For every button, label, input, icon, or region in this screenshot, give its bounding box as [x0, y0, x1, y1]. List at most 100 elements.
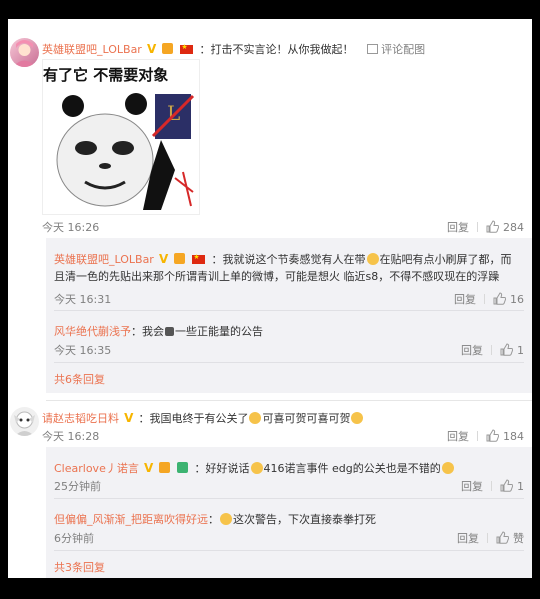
thumbs-up-icon: [486, 429, 499, 442]
reply-time: 6分钟前: [54, 532, 94, 545]
hand-emoji-icon: [165, 327, 174, 336]
avatar-image: [13, 40, 36, 67]
reply-button[interactable]: 回复: [447, 430, 469, 443]
view-pic-link[interactable]: 评论配图: [366, 43, 425, 56]
like-button[interactable]: 16: [493, 292, 524, 306]
reply-actions: 回复 1: [461, 478, 524, 494]
username-link[interactable]: 但偏偏_风渐渐_把距离吹得好远: [54, 513, 208, 526]
reply-text-continued: 在贴吧有点小刷屏了都，而: [379, 253, 512, 266]
reply-time: 今天 16:31: [54, 293, 112, 306]
comment-feed: 英雄联盟吧_LOLBar V ：打击不实言论！从你我做起！ 评论配图 有了它 不…: [8, 19, 532, 578]
thumbs-up-icon: [496, 531, 509, 544]
reply-list: Clearlove丿诺言 V ：好好说话 416诺言事件 edg的公关也是不错的 …: [46, 447, 532, 578]
reply-text: ：: [208, 513, 219, 526]
reply-divider: [54, 362, 524, 363]
china-flag-icon: [192, 253, 206, 264]
comment-divider: [46, 400, 532, 401]
like-count: 赞: [513, 532, 524, 545]
fan-badge-icon: [177, 462, 189, 473]
thumbs-up-icon: [486, 220, 499, 233]
smile-emoji-icon: [441, 462, 454, 474]
more-replies-link[interactable]: 共3条回复: [54, 559, 105, 575]
verified-v-icon: V: [146, 42, 157, 56]
crying-emoji-icon: [249, 412, 262, 424]
thumbs-up-icon: [500, 343, 513, 356]
panda-meme-graphic: L: [56, 93, 195, 210]
reply-text: ：好好说话: [194, 462, 250, 475]
comment-text: ：打击不实言论！从你我做起！: [199, 43, 354, 56]
reply-text-continued: 416诺言事件 edg的公关也是不错的: [263, 462, 441, 475]
like-button[interactable]: 284: [486, 220, 524, 234]
verified-v-icon: V: [143, 461, 154, 475]
reply-time: 25分钟前: [54, 480, 101, 493]
username-link[interactable]: Clearlove丿诺言: [54, 462, 139, 475]
username-link[interactable]: 英雄联盟吧_LOLBar: [54, 253, 154, 266]
reply-button[interactable]: 回复: [454, 293, 476, 306]
thumbs-up-icon: [493, 292, 506, 305]
like-count: 16: [510, 293, 524, 306]
username-link[interactable]: 风华绝代蒯浅予: [54, 325, 131, 338]
comment-header: 英雄联盟吧_LOLBar V ：打击不实言论！从你我做起！ 评论配图: [42, 38, 425, 57]
reply-text: ：我会: [131, 325, 164, 338]
more-replies-link[interactable]: 共6条回复: [54, 371, 105, 387]
like-count: 1: [517, 344, 524, 357]
avatar-image: [14, 411, 35, 436]
reply-header: 英雄联盟吧_LOLBar V ：我就说这个节奏感觉有人在带在贴吧有点小刷屏了都，…: [54, 248, 512, 267]
comment-actions: 回复 184: [447, 428, 524, 444]
like-count: 184: [503, 430, 524, 443]
reply-time: 今天 16:35: [54, 344, 112, 357]
reply-actions: 回复 赞: [457, 530, 524, 546]
like-count: 284: [503, 221, 524, 234]
reply-text-continued: 这次警告，下次直接泰拳打死: [233, 513, 376, 526]
china-flag-icon: [180, 43, 194, 54]
like-count: 1: [517, 480, 524, 493]
crying-emoji-icon: [351, 412, 364, 424]
divider: [491, 481, 492, 491]
glasses-emoji-icon: [366, 253, 379, 265]
user-avatar[interactable]: [10, 38, 39, 67]
reply-header: Clearlove丿诺言 V ：好好说话 416诺言事件 edg的公关也是不错的: [54, 457, 455, 476]
verified-v-icon: V: [124, 411, 134, 425]
reply-actions: 回复 1: [461, 342, 524, 358]
comment-image[interactable]: 有了它 不需要对象 L: [42, 59, 200, 215]
divider: [491, 345, 492, 355]
reply-header: 但偏偏_风渐渐_把距离吹得好远： 这次警告，下次直接泰拳打死: [54, 508, 376, 527]
reply-text-line2: 且清一色的先贴出来那个所谓青训上单的微博，可能是想火 临近s8，不得不感叹现在的…: [54, 270, 500, 283]
reply-button[interactable]: 回复: [461, 344, 483, 357]
member-badge-icon: [162, 43, 174, 54]
reply-divider: [54, 550, 524, 551]
like-button[interactable]: 184: [486, 429, 524, 443]
user-avatar[interactable]: [10, 407, 39, 436]
divider: [477, 222, 478, 232]
comment-time: 今天 16:28: [42, 430, 100, 443]
reply-divider: [54, 498, 524, 499]
reply-header: 风华绝代蒯浅予：我会 一些正能量的公告: [54, 320, 263, 339]
comment-time: 今天 16:26: [42, 221, 100, 234]
reply-divider: [54, 310, 524, 311]
reply-list: 英雄联盟吧_LOLBar V ：我就说这个节奏感觉有人在带在贴吧有点小刷屏了都，…: [46, 238, 532, 393]
divider: [484, 294, 485, 304]
smirk-emoji-icon: [220, 513, 232, 525]
username-link[interactable]: 英雄联盟吧_LOLBar: [42, 43, 142, 56]
reply-text: ：我就说这个节奏感觉有人在带: [211, 253, 366, 266]
comment-text-continued: 可喜可贺可喜可贺: [262, 412, 351, 425]
reply-button[interactable]: 回复: [447, 221, 469, 234]
like-button[interactable]: 1: [500, 479, 524, 493]
comment-text: ：我国电终于有公关了: [138, 412, 249, 425]
reply-text-continued: 一些正能量的公告: [175, 325, 263, 338]
picture-icon: [366, 44, 378, 54]
username-link[interactable]: 请赵志韬吃日料: [42, 412, 119, 425]
smile-emoji-icon: [250, 462, 263, 474]
divider: [487, 533, 488, 543]
reply-actions: 回复 16: [454, 291, 524, 307]
divider: [477, 431, 478, 441]
like-button[interactable]: 1: [500, 343, 524, 357]
comment-actions: 回复 284: [447, 219, 524, 235]
thumbs-up-icon: [500, 479, 513, 492]
member-badge-icon: [159, 462, 171, 473]
like-button[interactable]: 赞: [496, 531, 524, 545]
verified-v-icon: V: [158, 252, 169, 266]
reply-button[interactable]: 回复: [461, 480, 483, 493]
reply-button[interactable]: 回复: [457, 532, 479, 545]
member-badge-icon: [174, 253, 186, 264]
